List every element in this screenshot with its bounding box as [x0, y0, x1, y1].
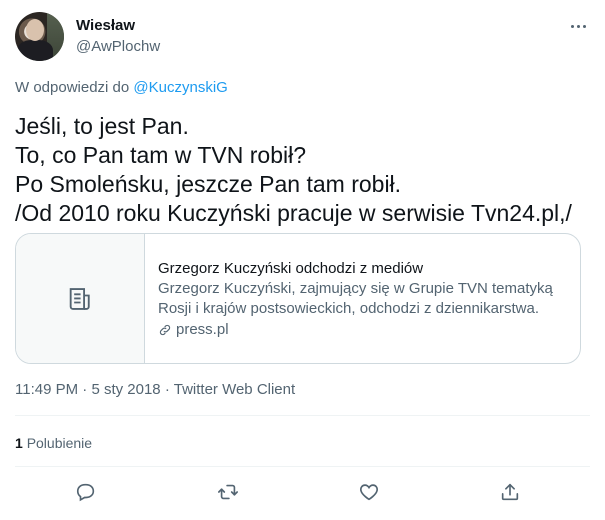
reply-prefix: W odpowiedzi do	[15, 79, 130, 96]
like-icon	[360, 484, 378, 501]
card-description: Grzegorz Kuczyński, zajmujący się w Grup…	[158, 280, 553, 317]
likes-stat[interactable]: 1 Polubienie	[15, 435, 92, 451]
article-icon	[69, 287, 90, 310]
card-domain: press.pl	[158, 320, 568, 340]
divider	[15, 466, 590, 467]
author-handle[interactable]: @AwPlochw	[76, 38, 160, 55]
retweet-icon	[218, 484, 238, 500]
reply-to-link[interactable]: @KuczynskiG	[133, 79, 227, 96]
reply-icon	[76, 483, 95, 502]
tweet-header: Wiesław @AwPlochw	[15, 12, 590, 62]
meta-separator: ·	[82, 381, 88, 398]
meta-separator: ·	[164, 381, 170, 398]
tweet-meta: 11:49 PM · 5 sty 2018 · Twitter Web Clie…	[15, 381, 295, 398]
card-title: Grzegorz Kuczyński odchodzi z mediów	[158, 260, 424, 277]
tweet-text: Jeśli, to jest Pan. To, co Pan tam w TVN…	[15, 112, 595, 228]
share-button[interactable]	[490, 472, 530, 512]
tweet-client[interactable]: Twitter Web Client	[174, 381, 295, 398]
share-icon	[501, 483, 519, 501]
author-name[interactable]: Wiesław	[76, 17, 135, 34]
tweet-line: Jeśli, to jest Pan.	[15, 113, 189, 139]
retweet-button[interactable]	[208, 472, 248, 512]
avatar[interactable]	[15, 12, 64, 61]
tweet-line: To, co Pan tam w TVN robił?	[15, 142, 307, 168]
like-button[interactable]	[349, 472, 389, 512]
card-domain-text: press.pl	[176, 321, 229, 338]
card-info: Grzegorz Kuczyński odchodzi z mediów Grz…	[145, 234, 580, 363]
link-card[interactable]: Grzegorz Kuczyński odchodzi z mediów Grz…	[15, 233, 581, 364]
likes-count: 1	[15, 435, 23, 451]
tweet-time[interactable]: 11:49 PM	[15, 381, 78, 398]
divider	[15, 415, 590, 416]
reply-context: W odpowiedzi do @KuczynskiG	[15, 79, 228, 96]
card-thumbnail	[16, 234, 145, 363]
tweet-date[interactable]: 5 sty 2018	[91, 381, 160, 398]
tweet-line: Po Smoleńsku, jeszcze Pan tam robił.	[15, 171, 402, 197]
likes-label: Polubienie	[26, 435, 93, 451]
more-options-icon[interactable]	[566, 14, 590, 38]
link-icon	[159, 324, 171, 336]
reply-button[interactable]	[66, 472, 106, 512]
action-bar	[15, 472, 590, 512]
tweet-line: /Od 2010 roku Kuczyński pracuje w serwis…	[15, 200, 572, 226]
